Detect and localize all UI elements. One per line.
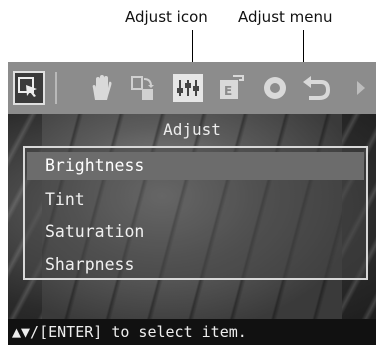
adjust-menu-callout: Adjust menu: [238, 8, 333, 26]
next-arrow-icon[interactable]: [352, 72, 370, 104]
menu-item-brightness[interactable]: Brightness: [27, 152, 364, 180]
menu-item-saturation[interactable]: Saturation: [27, 218, 364, 246]
adjust-icon-callout: Adjust icon: [125, 8, 208, 26]
adjust-icon[interactable]: [173, 74, 203, 102]
rotate-crop-icon[interactable]: [128, 72, 158, 104]
device-screen: E Adjust Brightness Tint Saturation Shar…: [8, 62, 376, 345]
edit-toolbar: E: [8, 62, 376, 114]
status-bar: ▲▼/[ENTER] to select item.: [8, 319, 376, 345]
pointer-icon[interactable]: [13, 71, 45, 105]
edit-frame-icon[interactable]: E: [216, 72, 246, 104]
undo-icon[interactable]: [301, 72, 331, 104]
svg-text:E: E: [224, 84, 232, 98]
adjust-menu: Brightness Tint Saturation Sharpness: [23, 146, 368, 280]
menu-item-sharpness[interactable]: Sharpness: [27, 251, 364, 279]
hand-icon[interactable]: [86, 72, 116, 104]
toolbar-separator: [55, 72, 57, 104]
red-eye-icon[interactable]: [260, 72, 290, 104]
menu-title: Adjust: [163, 120, 221, 139]
menu-item-tint[interactable]: Tint: [27, 186, 364, 214]
